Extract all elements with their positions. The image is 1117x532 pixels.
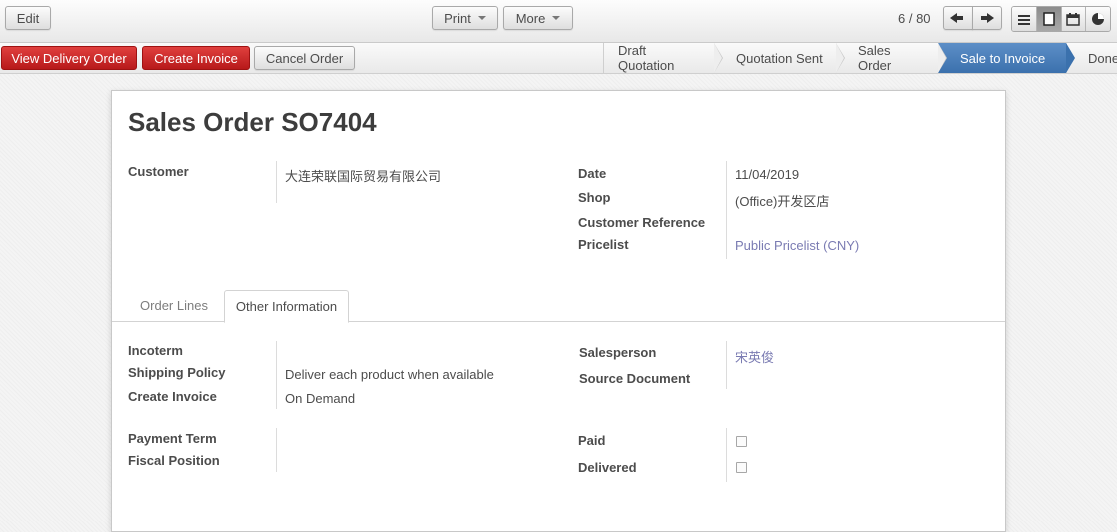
view-switcher [1011, 6, 1111, 32]
pie-chart-icon [1092, 13, 1105, 25]
stage-label: Draft Quotation [618, 43, 675, 73]
create-invoice-policy-value[interactable]: On Demand [285, 391, 355, 406]
stage-label: Sales Order [858, 43, 892, 73]
chevron-down-icon [477, 16, 486, 20]
delivered-label: Delivered [578, 460, 637, 475]
stage-label: Quotation Sent [736, 50, 823, 66]
more-button[interactable]: More [503, 6, 573, 30]
create-invoice-label: Create Invoice [154, 50, 238, 66]
title-prefix: Sales Order [128, 107, 274, 137]
shop-label: Shop [578, 190, 611, 205]
page-title: Sales Order SO7404 [128, 107, 377, 138]
cancel-order-button[interactable]: Cancel Order [254, 46, 355, 70]
pager-counter: 6 / 80 [898, 11, 931, 26]
customer-reference-label: Customer Reference [578, 215, 706, 230]
more-button-label: More [515, 10, 546, 26]
salesperson-link[interactable]: 宋英俊 [735, 347, 774, 366]
form-view-button[interactable] [1036, 7, 1062, 31]
form-icon [1042, 12, 1055, 26]
field-divider [276, 428, 277, 472]
tab-other-information[interactable]: Other Information [224, 290, 349, 323]
shop-value[interactable]: (Office)开发区店 [735, 191, 829, 210]
stage-label: Sale to Invoice [960, 50, 1046, 66]
view-delivery-order-button[interactable]: View Delivery Order [1, 46, 137, 70]
edit-button-label: Edit [16, 10, 40, 26]
print-button[interactable]: Print [432, 6, 498, 30]
arrow-left-icon [949, 13, 963, 23]
previous-record-button[interactable] [943, 6, 973, 30]
source-document-label: Source Document [579, 371, 691, 386]
arrow-right-icon [980, 13, 994, 23]
top-toolbar: Edit Print More 6 / 80 [0, 0, 1117, 43]
stage-label: Done [1088, 50, 1117, 66]
paid-label: Paid [578, 433, 606, 448]
graph-view-button[interactable] [1086, 7, 1110, 31]
field-divider [276, 161, 277, 203]
tab-order-lines[interactable]: Order Lines [130, 290, 218, 321]
calendar-icon [1066, 12, 1081, 26]
pricelist-link[interactable]: Public Pricelist (CNY) [735, 238, 859, 253]
fiscal-position-label: Fiscal Position [128, 453, 220, 468]
action-bar: View Delivery Order Create Invoice Cance… [0, 43, 1117, 74]
date-value[interactable]: 11/04/2019 [735, 167, 799, 182]
form-sheet: Sales Order SO7404 Customer 大连荣联国际贸易有限公司… [111, 90, 1006, 532]
tab-other-information-label: Other Information [235, 299, 338, 314]
tab-order-lines-label: Order Lines [140, 298, 208, 313]
next-record-button[interactable] [972, 6, 1002, 30]
calendar-view-button[interactable] [1061, 7, 1087, 31]
date-label: Date [578, 166, 607, 181]
chevron-down-icon [552, 16, 561, 20]
delivered-checkbox[interactable] [736, 462, 747, 473]
field-divider [726, 161, 727, 259]
field-divider [726, 428, 727, 482]
shipping-policy-value[interactable]: Deliver each product when available [285, 367, 494, 382]
stage-sale-to-invoice[interactable]: Sale to Invoice [938, 43, 1075, 73]
create-invoice-button[interactable]: Create Invoice [142, 46, 250, 70]
order-number: SO7404 [281, 107, 377, 137]
stage-quotation-sent[interactable]: Quotation Sent [714, 43, 845, 73]
list-view-button[interactable] [1012, 7, 1037, 31]
cancel-order-label: Cancel Order [265, 50, 344, 66]
field-divider [726, 341, 727, 389]
salesperson-label: Salesperson [579, 345, 657, 360]
stage-sales-order[interactable]: Sales Order [836, 43, 947, 73]
payment-term-label: Payment Term [128, 431, 217, 446]
pricelist-label: Pricelist [578, 237, 629, 252]
customer-value[interactable]: 大连荣联国际贸易有限公司 [285, 166, 441, 185]
create-invoice-policy-label: Create Invoice [128, 389, 217, 404]
field-divider [276, 341, 277, 409]
customer-label: Customer [128, 164, 189, 179]
incoterm-label: Incoterm [128, 343, 183, 358]
shipping-policy-label: Shipping Policy [128, 365, 226, 380]
list-icon [1017, 14, 1030, 25]
stage-draft-quotation[interactable]: Draft Quotation [604, 43, 723, 73]
status-bar: Draft Quotation Quotation Sent Sales Ord… [603, 43, 1117, 73]
view-delivery-order-label: View Delivery Order [11, 50, 127, 66]
edit-button[interactable]: Edit [5, 6, 51, 30]
paid-checkbox[interactable] [736, 436, 747, 447]
print-button-label: Print [444, 10, 471, 26]
